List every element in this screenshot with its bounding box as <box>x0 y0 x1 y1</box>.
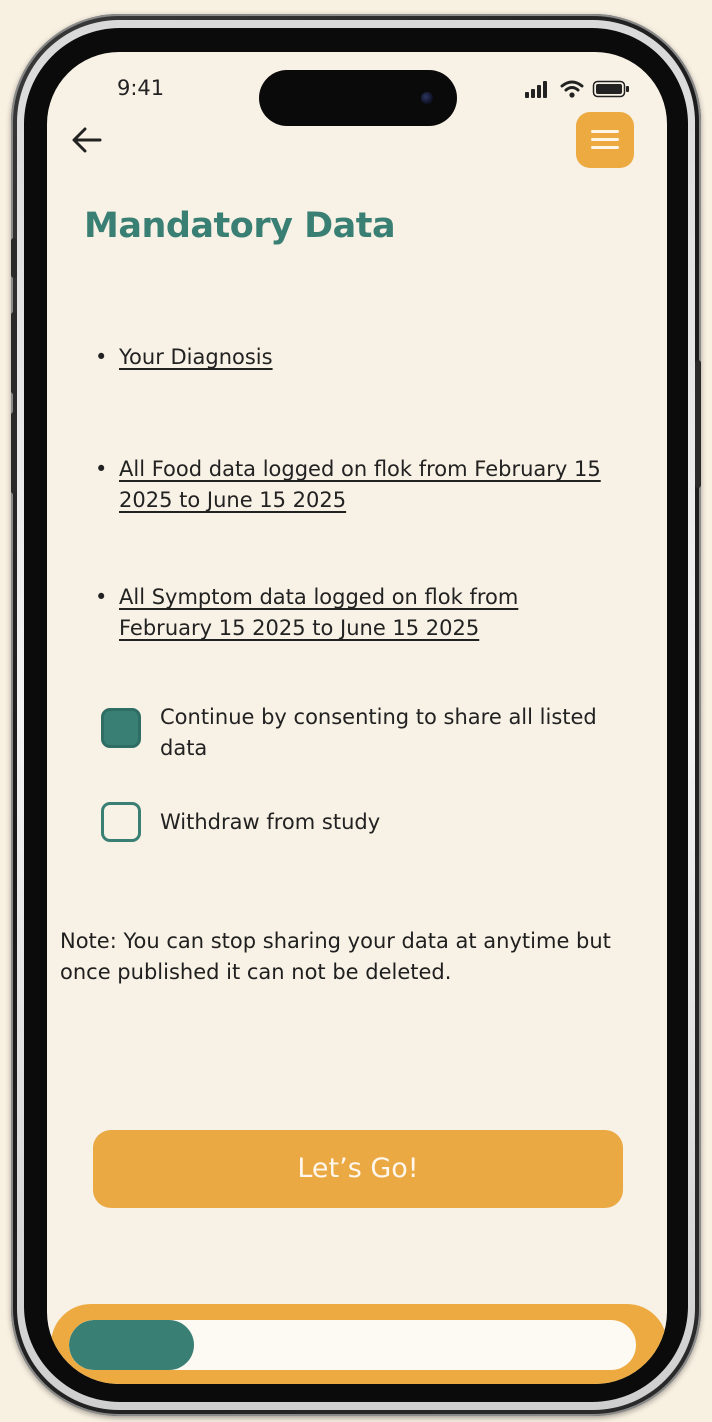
withdraw-label: Withdraw from study <box>160 810 381 834</box>
phone-screen: 9:41 Mandatory Data • Your Diagnosis • A… <box>47 52 667 1384</box>
hamburger-menu-icon <box>591 130 619 133</box>
volume-up-button <box>11 312 17 394</box>
status-icons <box>525 80 629 98</box>
menu-button[interactable] <box>576 112 634 168</box>
page-title: Mandatory Data <box>84 206 396 246</box>
data-item-symptom: • All Symptom data logged on flok from F… <box>95 582 615 644</box>
data-item-link[interactable]: All Symptom data logged on flok from Feb… <box>119 582 615 644</box>
consent-label: Continue by consenting to share all list… <box>160 705 597 760</box>
volume-down-button <box>11 412 17 494</box>
data-item-link[interactable]: Your Diagnosis <box>119 342 615 373</box>
hamburger-menu-icon-bar <box>591 146 619 149</box>
bullet-dot: • <box>95 457 108 481</box>
page-stage: 9:41 Mandatory Data • Your Diagnosis • A… <box>0 0 712 1422</box>
progress-bar <box>69 1320 636 1370</box>
lets-go-button[interactable]: Let’s Go! <box>93 1130 623 1208</box>
data-item-diagnosis: • Your Diagnosis <box>95 342 615 373</box>
consent-checkbox[interactable] <box>101 708 141 748</box>
back-arrow-icon[interactable] <box>69 122 105 158</box>
data-item-food: • All Food data logged on flok from Febr… <box>95 454 615 516</box>
power-button <box>695 360 701 488</box>
status-time: 9:41 <box>117 76 165 100</box>
note-text: Note: You can stop sharing your data at … <box>60 929 611 984</box>
bullet-dot: • <box>95 345 108 369</box>
progress-fill <box>69 1320 194 1370</box>
withdraw-checkbox[interactable] <box>101 802 141 842</box>
mute-switch <box>11 238 17 278</box>
bullet-dot: • <box>95 585 108 609</box>
signal-icon <box>525 81 547 98</box>
wifi-icon <box>560 80 584 98</box>
battery-icon <box>592 80 629 98</box>
data-item-link[interactable]: All Food data logged on flok from Februa… <box>119 454 615 516</box>
hamburger-menu-icon-bar <box>591 138 619 141</box>
front-camera <box>421 92 433 104</box>
